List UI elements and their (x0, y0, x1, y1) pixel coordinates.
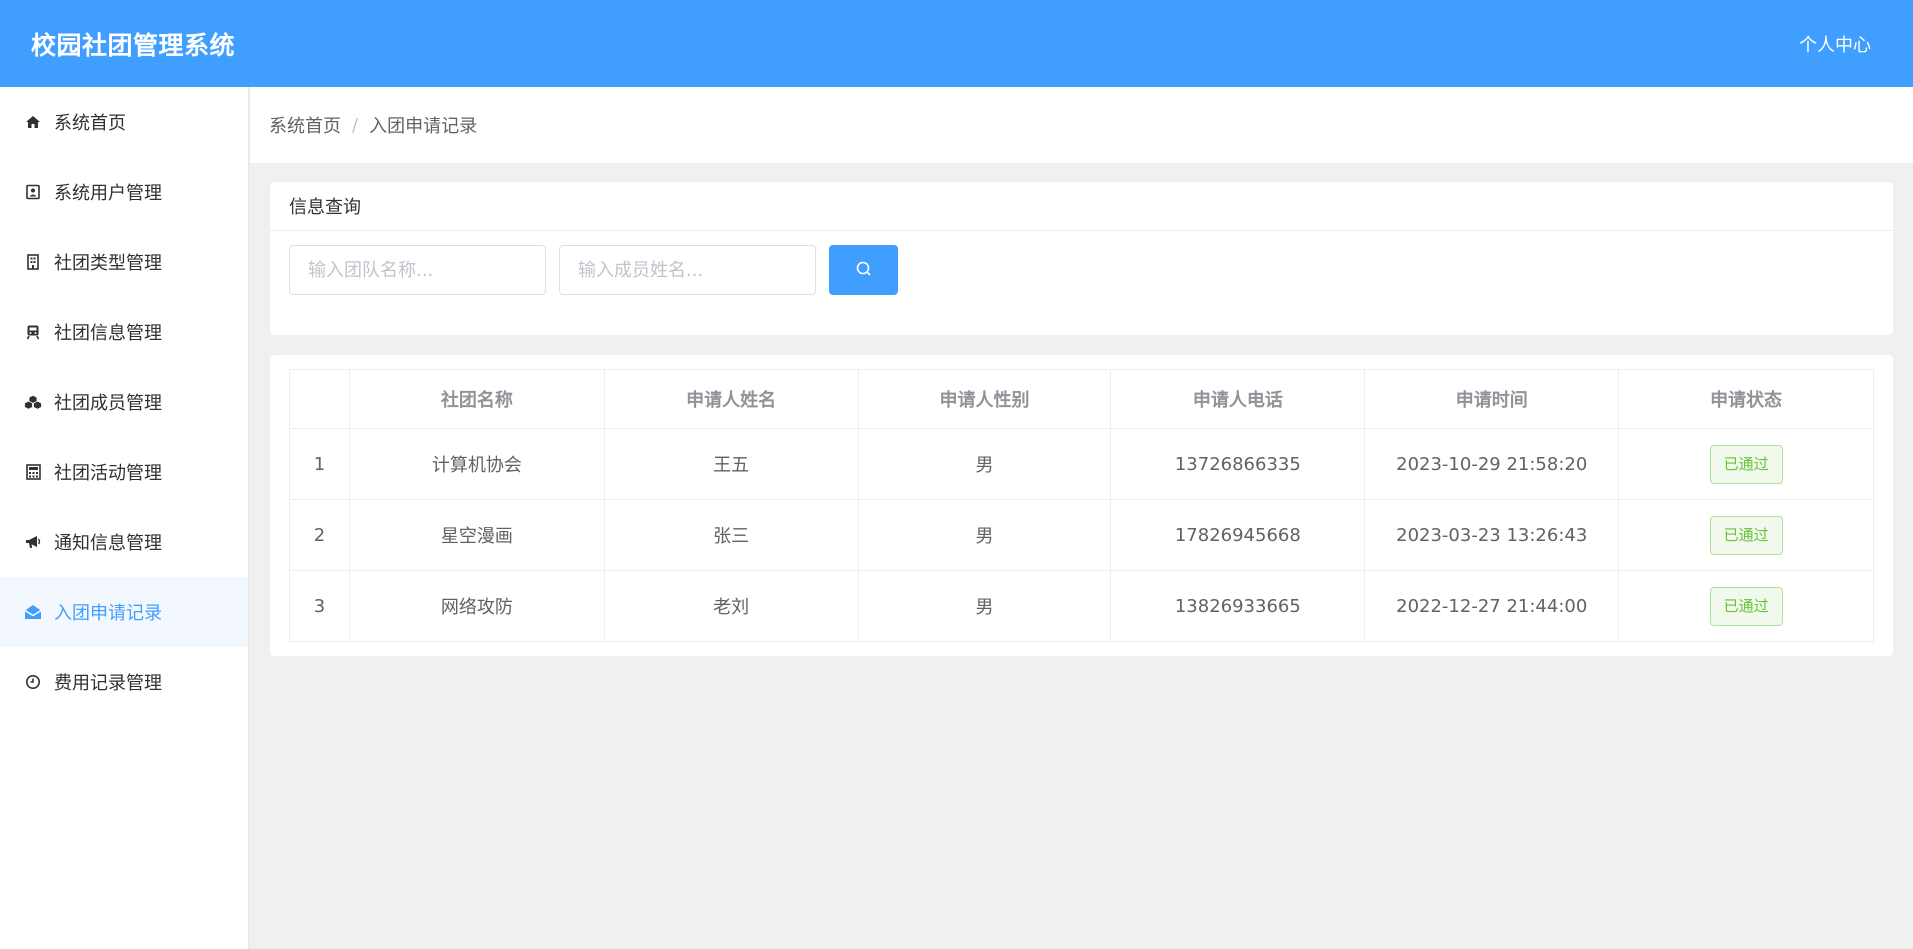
apply-time-cell: 2023-03-23 13:26:43 (1364, 499, 1620, 571)
applicant-phone-cell: 13726866335 (1110, 428, 1366, 500)
building-icon (24, 253, 42, 271)
search-button[interactable] (829, 245, 898, 295)
table-header-row: 社团名称 申请人姓名 申请人性别 申请人电话 申请时间 申请状态 (289, 369, 1874, 429)
applicant-name-cell: 老刘 (603, 570, 859, 642)
sidebar-item-club-info[interactable]: 社团信息管理 (0, 297, 248, 367)
status-badge: 已通过 (1709, 586, 1783, 626)
applicant-gender-cell: 男 (857, 499, 1112, 571)
table-row: 3 网络攻防 老刘 男 13826933665 2022-12-27 21:44… (289, 570, 1874, 642)
cubes-icon (24, 393, 42, 411)
bullhorn-icon (24, 533, 42, 551)
sidebar-item-label: 入团申请记录 (54, 603, 162, 624)
filter-row (270, 231, 1893, 295)
column-header-applicant-phone: 申请人电话 (1110, 369, 1366, 429)
status-cell: 已通过 (1618, 499, 1874, 571)
sidebar-item-label: 社团成员管理 (54, 393, 162, 414)
sidebar-item-club-types[interactable]: 社团类型管理 (0, 227, 248, 297)
app-title: 校园社团管理系统 (31, 30, 236, 60)
row-index: 1 (289, 428, 350, 500)
applicant-gender-cell: 男 (857, 570, 1112, 642)
row-index: 3 (289, 570, 350, 642)
column-header-index (289, 369, 350, 429)
sidebar-item-notifications[interactable]: 通知信息管理 (0, 507, 248, 577)
calculator-icon (24, 463, 42, 481)
column-header-applicant-name: 申请人姓名 (603, 369, 859, 429)
applicant-gender-cell: 男 (857, 428, 1112, 500)
breadcrumb: 系统首页 / 入团申请记录 (250, 87, 1913, 163)
user-center-link[interactable]: 个人中心 (1799, 31, 1871, 57)
applicant-phone-cell: 13826933665 (1110, 570, 1366, 642)
club-name-cell: 星空漫画 (348, 499, 605, 571)
sidebar-item-label: 费用记录管理 (54, 673, 162, 694)
sidebar-item-label: 通知信息管理 (54, 533, 162, 554)
status-badge: 已通过 (1709, 444, 1783, 484)
applications-table: 社团名称 申请人姓名 申请人性别 申请人电话 申请时间 申请状态 1 计算机协会… (289, 369, 1874, 642)
train-icon (24, 323, 42, 341)
column-header-status: 申请状态 (1618, 369, 1874, 429)
row-index: 2 (289, 499, 350, 571)
sidebar-item-users[interactable]: 系统用户管理 (0, 157, 248, 227)
status-badge: 已通过 (1709, 515, 1783, 555)
column-header-applicant-gender: 申请人性别 (857, 369, 1112, 429)
query-card-title: 信息查询 (270, 182, 1893, 231)
sidebar-item-label: 社团类型管理 (54, 253, 162, 274)
sidebar-item-club-members[interactable]: 社团成员管理 (0, 367, 248, 437)
sidebar-item-club-activities[interactable]: 社团活动管理 (0, 437, 248, 507)
clock-icon (24, 673, 42, 691)
club-name-cell: 计算机协会 (348, 428, 605, 500)
search-icon (855, 260, 873, 281)
apply-time-cell: 2022-12-27 21:44:00 (1364, 570, 1620, 642)
sidebar: 系统首页 系统用户管理 社团类型管理 社团信息管理 社团成员管理 社团活动管理 (0, 87, 249, 949)
sidebar-item-fees[interactable]: 费用记录管理 (0, 647, 248, 717)
column-header-apply-time: 申请时间 (1364, 369, 1620, 429)
sidebar-item-home[interactable]: 系统首页 (0, 87, 248, 157)
sidebar-item-label: 社团信息管理 (54, 323, 162, 344)
apply-time-cell: 2023-10-29 21:58:20 (1364, 428, 1620, 500)
top-header: 校园社团管理系统 个人中心 (0, 0, 1913, 87)
sidebar-item-label: 社团活动管理 (54, 463, 162, 484)
envelope-open-icon (24, 603, 42, 621)
table-row: 2 星空漫画 张三 男 17826945668 2023-03-23 13:26… (289, 499, 1874, 571)
column-header-club: 社团名称 (348, 369, 605, 429)
table-card: 社团名称 申请人姓名 申请人性别 申请人电话 申请时间 申请状态 1 计算机协会… (270, 355, 1893, 656)
home-icon (24, 113, 42, 131)
team-name-input[interactable] (289, 245, 546, 295)
breadcrumb-home[interactable]: 系统首页 (269, 112, 341, 138)
breadcrumb-current: 入团申请记录 (369, 116, 478, 137)
query-card: 信息查询 (270, 182, 1893, 335)
applicant-name-cell: 张三 (603, 499, 859, 571)
contact-card-icon (24, 183, 42, 201)
status-cell: 已通过 (1618, 428, 1874, 500)
club-name-cell: 网络攻防 (348, 570, 605, 642)
sidebar-item-label: 系统用户管理 (54, 183, 162, 204)
breadcrumb-separator: / (352, 114, 359, 136)
applicant-phone-cell: 17826945668 (1110, 499, 1366, 571)
sidebar-item-label: 系统首页 (54, 113, 126, 134)
member-name-input[interactable] (559, 245, 816, 295)
sidebar-item-applications[interactable]: 入团申请记录 (0, 577, 248, 647)
status-cell: 已通过 (1618, 570, 1874, 642)
applicant-name-cell: 王五 (603, 428, 859, 500)
table-row: 1 计算机协会 王五 男 13726866335 2023-10-29 21:5… (289, 428, 1874, 500)
